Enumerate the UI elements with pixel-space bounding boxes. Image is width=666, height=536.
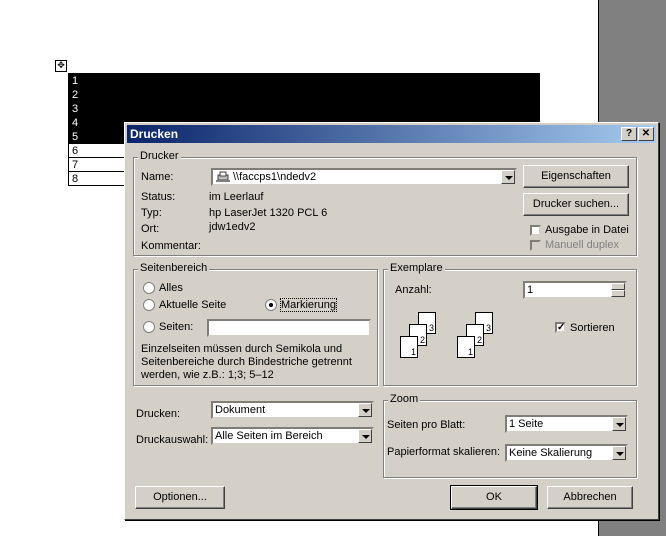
table-row: 2	[68, 87, 540, 102]
status-label: Status:	[141, 191, 176, 203]
scale-select[interactable]: Keine Skalierung	[505, 444, 628, 462]
table-move-handle-icon[interactable]: ✥	[55, 60, 67, 72]
printer-icon	[216, 171, 230, 182]
table-cell[interactable]	[221, 73, 376, 88]
ok-button[interactable]: OK	[450, 485, 538, 510]
location-label: Ort:	[141, 223, 160, 235]
find-printer-button[interactable]: Drucker suchen...	[523, 193, 629, 216]
chevron-down-icon[interactable]	[612, 417, 626, 431]
chevron-down-icon[interactable]	[612, 446, 626, 460]
help-button[interactable]: ?	[621, 127, 637, 141]
status-value: im Leerlauf	[209, 191, 264, 203]
table-cell[interactable]	[375, 87, 540, 102]
scale-label: Papierformat skalieren:	[387, 446, 501, 458]
spin-up-icon[interactable]	[611, 283, 625, 290]
close-button[interactable]: ✕	[638, 127, 654, 141]
collate-page-icon: 1	[457, 336, 475, 358]
copies-group-label: Exemplare	[388, 262, 445, 274]
type-value: hp LaserJet 1320 PCL 6	[209, 207, 328, 219]
copies-count-value: 1	[527, 284, 534, 296]
collate-label: Sortieren	[570, 322, 615, 334]
all-pages-radio[interactable]	[143, 282, 155, 294]
print-to-file-checkbox[interactable]	[530, 225, 541, 236]
printer-name-label: Name:	[141, 171, 174, 183]
printer-name-select[interactable]: \\faccps1\ndedv2	[211, 168, 517, 186]
table-row: 3	[68, 101, 540, 116]
current-page-label: Aktuelle Seite	[159, 299, 227, 311]
zoom-group-label: Zoom	[388, 393, 421, 405]
print-select-value: Alle Seiten im Bereich	[215, 430, 323, 442]
table-cell[interactable]: 3	[68, 101, 222, 116]
collate-page-icon: 1	[400, 336, 418, 358]
page-range-group-label: Seitenbereich	[138, 262, 210, 274]
copies-count-label: Anzahl:	[395, 284, 432, 296]
dialog-titlebar: Drucken	[127, 125, 656, 143]
selection-radio[interactable]	[265, 299, 277, 311]
current-page-radio[interactable]	[143, 299, 155, 311]
table-cell[interactable]	[375, 101, 540, 116]
pages-radio[interactable]	[143, 321, 155, 333]
print-select-label: Druckauswahl:	[136, 434, 209, 446]
print-select-select[interactable]: Alle Seiten im Bereich	[211, 427, 374, 445]
pages-input[interactable]	[207, 319, 371, 337]
pages-label: Seiten:	[159, 321, 194, 333]
chevron-down-icon[interactable]	[501, 170, 515, 184]
chevron-down-icon[interactable]	[358, 403, 372, 417]
printer-name-value: \\faccps1\ndedv2	[233, 171, 317, 183]
print-to-file-label: Ausgabe in Datei	[545, 224, 629, 236]
location-value: jdw1edv2	[209, 221, 256, 233]
page-range-hint: Einzelseiten müssen durch Semikola und S…	[141, 343, 352, 381]
manual-duplex-label: Manuell duplex	[545, 239, 619, 251]
copies-count-spinner[interactable]: 1	[523, 281, 627, 299]
print-what-value: Dokument	[215, 404, 266, 416]
table-cell[interactable]: 2	[68, 87, 222, 102]
table-row: 1	[68, 73, 540, 88]
collate-checkbox[interactable]: ✓	[555, 322, 566, 333]
type-label: Typ:	[141, 207, 162, 219]
print-what-select[interactable]: Dokument	[211, 401, 374, 419]
pages-per-sheet-label: Seiten pro Blatt:	[387, 419, 466, 431]
cancel-button[interactable]: Abbrechen	[547, 486, 633, 509]
properties-button[interactable]: Eigenschaften	[523, 165, 629, 188]
table-cell[interactable]	[221, 101, 376, 116]
pages-per-sheet-value: 1 Seite	[509, 418, 544, 430]
options-button[interactable]: Optionen...	[135, 486, 225, 509]
comment-label: Kommentar:	[141, 240, 201, 252]
table-cell[interactable]	[221, 87, 376, 102]
chevron-down-icon[interactable]	[358, 429, 372, 443]
zoom-group: Zoom	[383, 393, 637, 478]
printer-group-label: Drucker	[138, 150, 181, 162]
print-dialog: Drucken ? ✕ Drucker Name: \\faccps1\nded…	[124, 122, 659, 520]
dialog-title: Drucken	[130, 127, 179, 141]
table-cell[interactable]: 1	[68, 73, 222, 88]
all-pages-label: Alles	[159, 282, 183, 294]
print-what-label: Drucken:	[136, 408, 181, 420]
pages-per-sheet-select[interactable]: 1 Seite	[505, 415, 628, 433]
spin-down-icon[interactable]	[611, 290, 625, 297]
selection-label: Markierung	[279, 298, 338, 312]
manual-duplex-checkbox[interactable]	[530, 240, 541, 251]
table-cell[interactable]	[375, 73, 540, 88]
scale-value: Keine Skalierung	[509, 447, 593, 459]
